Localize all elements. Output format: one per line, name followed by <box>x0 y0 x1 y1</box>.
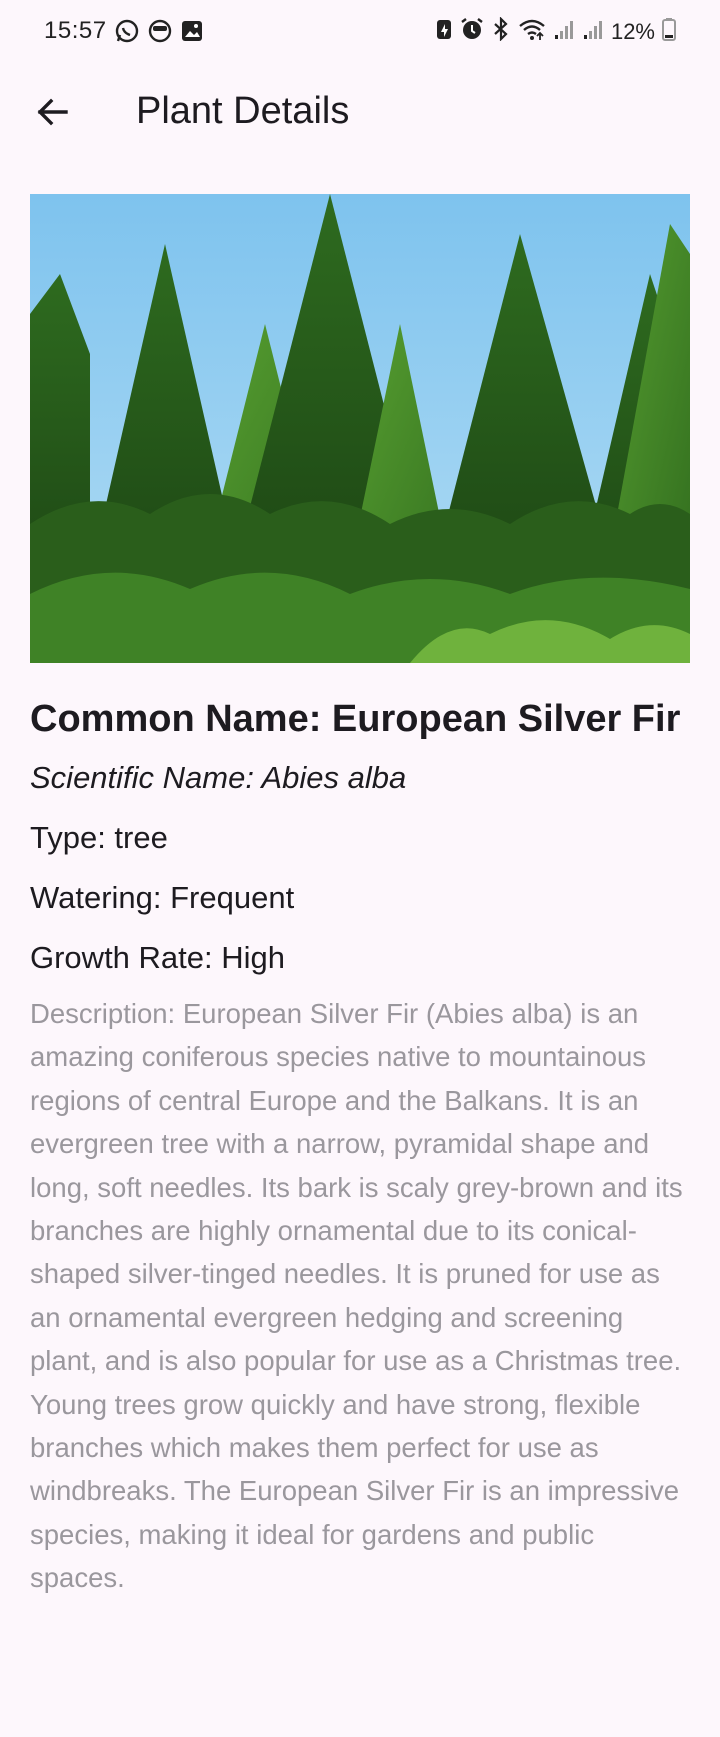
plant-image <box>30 194 690 663</box>
status-left-icons <box>114 18 204 49</box>
status-right-icons: 12% <box>435 16 676 46</box>
alarm-icon <box>460 17 484 46</box>
wifi-icon <box>518 17 546 46</box>
gallery-icon <box>180 18 204 49</box>
growth-rate: Growth Rate: High <box>30 940 285 975</box>
plant-type: Type: tree <box>30 820 168 855</box>
signal-icon <box>582 17 604 46</box>
scientific-name: Scientific Name: Abies alba <box>30 760 407 795</box>
watering: Watering: Frequent <box>30 880 295 915</box>
face-icon <box>148 18 172 49</box>
whatsapp-icon <box>114 18 140 49</box>
status-bar: 15:57 12% <box>0 0 720 62</box>
app-bar: Plant Details <box>0 62 720 162</box>
bluetooth-icon <box>491 16 511 46</box>
battery-saver-icon <box>435 17 453 46</box>
arrow-back-icon <box>34 94 70 135</box>
battery-percentage: 12% <box>610 18 655 44</box>
battery-icon <box>662 17 676 46</box>
plant-details: Common Name: European Silver Fir Scienti… <box>30 690 694 1600</box>
common-name: Common Name: European Silver Fir <box>30 698 681 740</box>
description: Description: European Silver Fir (Abies … <box>30 998 683 1594</box>
back-button[interactable] <box>24 86 80 142</box>
page-title: Plant Details <box>136 90 350 132</box>
status-time: 15:57 <box>44 17 107 44</box>
signal-icon <box>553 17 575 46</box>
